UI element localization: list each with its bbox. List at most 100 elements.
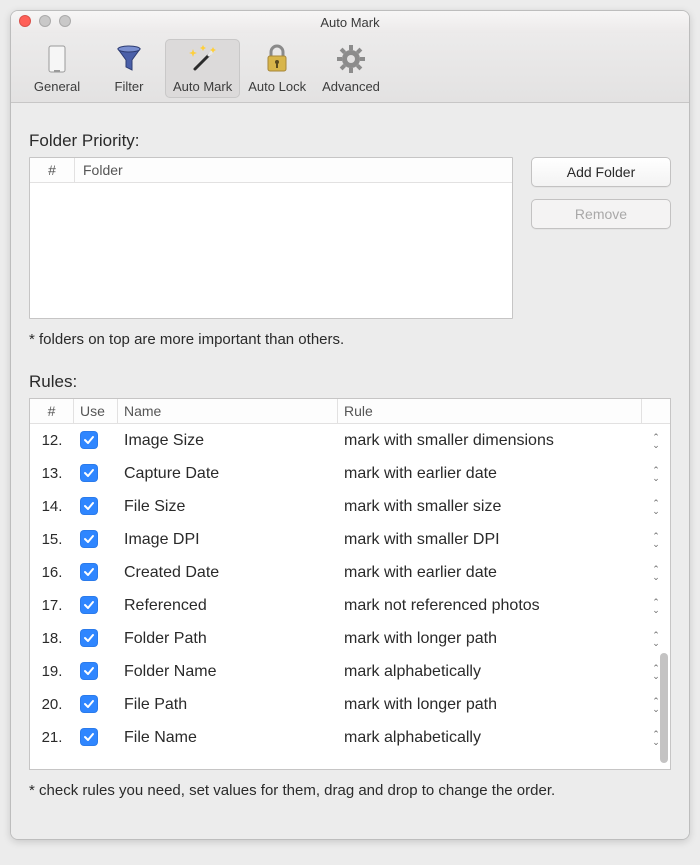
gear-icon	[335, 43, 367, 75]
folder-col-num[interactable]: #	[30, 158, 75, 182]
tab-auto-lock[interactable]: Auto Lock	[240, 39, 314, 98]
chevron-down-icon: ⌄	[652, 507, 660, 515]
rule-name: Created Date	[118, 564, 338, 582]
general-icon	[41, 43, 73, 75]
chevron-down-icon: ⌄	[652, 672, 660, 680]
rule-name: File Path	[118, 696, 338, 714]
rule-use-cell	[74, 728, 118, 748]
rules-col-step	[642, 399, 670, 423]
chevron-down-icon: ⌄	[652, 738, 660, 746]
chevron-down-icon: ⌄	[652, 540, 660, 548]
rule-row[interactable]: 15.Image DPImark with smaller DPI⌃⌄	[30, 523, 670, 556]
preferences-window: Auto Mark General Filter	[10, 10, 690, 840]
rule-name: Folder Path	[118, 630, 338, 648]
rule-num: 20.	[30, 696, 74, 713]
rule-row[interactable]: 13.Capture Datemark with earlier date⌃⌄	[30, 457, 670, 490]
rule-use-checkbox[interactable]	[80, 530, 98, 548]
rule-description[interactable]: mark with longer path	[338, 630, 642, 648]
rules-scrollbar[interactable]	[660, 439, 668, 763]
folder-priority-title: Folder Priority:	[29, 131, 671, 151]
rule-description[interactable]: mark with earlier date	[338, 465, 642, 483]
rule-row[interactable]: 20.File Pathmark with longer path⌃⌄	[30, 688, 670, 721]
tab-auto-mark[interactable]: Auto Mark	[165, 39, 240, 98]
tab-filter[interactable]: Filter	[93, 39, 165, 98]
rules-col-use[interactable]: Use	[74, 399, 118, 423]
rule-use-checkbox[interactable]	[80, 464, 98, 482]
rule-row[interactable]: 21.File Namemark alphabetically⌃⌄	[30, 721, 670, 754]
rule-description[interactable]: mark not referenced photos	[338, 597, 642, 615]
rule-use-checkbox[interactable]	[80, 431, 98, 449]
rule-description[interactable]: mark with smaller size	[338, 498, 642, 516]
chevron-down-icon: ⌄	[652, 474, 660, 482]
rules-header: # Use Name Rule	[30, 399, 670, 424]
magic-wand-icon	[187, 43, 219, 75]
rule-row[interactable]: 14.File Sizemark with smaller size⌃⌄	[30, 490, 670, 523]
rule-use-cell	[74, 563, 118, 583]
rule-use-checkbox[interactable]	[80, 563, 98, 581]
rule-row[interactable]: 19.Folder Namemark alphabetically⌃⌄	[30, 655, 670, 688]
chevron-down-icon: ⌄	[652, 639, 660, 647]
tab-advanced[interactable]: Advanced	[314, 39, 388, 98]
folder-priority-list[interactable]: # Folder	[29, 157, 513, 319]
rules-table: # Use Name Rule 12.Image Sizemark with s…	[29, 398, 671, 770]
rules-body[interactable]: 12. Image Sizemark with smaller dimension…	[30, 424, 670, 769]
rule-num: 13.	[30, 465, 74, 482]
remove-folder-button: Remove	[531, 199, 671, 229]
chevron-down-icon: ⌄	[652, 573, 660, 581]
chevron-down-icon: ⌄	[652, 705, 660, 713]
rule-use-cell	[74, 662, 118, 682]
scrollbar-thumb[interactable]	[660, 653, 668, 763]
add-folder-button[interactable]: Add Folder	[531, 157, 671, 187]
rule-row[interactable]: 12. Image Sizemark with smaller dimension…	[30, 424, 670, 457]
rules-col-num[interactable]: #	[30, 399, 74, 423]
folder-col-folder[interactable]: Folder	[75, 158, 512, 182]
rule-description[interactable]: mark with earlier date	[338, 564, 642, 582]
tab-label: General	[34, 79, 80, 94]
rule-use-checkbox[interactable]	[80, 497, 98, 515]
zoom-window-button[interactable]	[59, 15, 71, 27]
rule-num: 21.	[30, 729, 74, 746]
rule-name: Referenced	[118, 597, 338, 615]
rules-hint-text: * check rules you need, set values for t…	[29, 782, 671, 799]
rule-row[interactable]: 16.Created Datemark with earlier date⌃⌄	[30, 556, 670, 589]
tab-general[interactable]: General	[21, 39, 93, 98]
rule-num: 18.	[30, 630, 74, 647]
titlebar: Auto Mark	[11, 11, 689, 33]
minimize-window-button[interactable]	[39, 15, 51, 27]
rule-name: Capture Date	[118, 465, 338, 483]
rule-description[interactable]: mark with smaller dimensions	[338, 432, 642, 450]
rule-use-checkbox[interactable]	[80, 728, 98, 746]
folder-list-header: # Folder	[30, 158, 512, 183]
rule-num: 14.	[30, 498, 74, 515]
rule-num: 15.	[30, 531, 74, 548]
rule-num: 12.	[30, 432, 74, 449]
folder-hint-text: * folders on top are more important than…	[29, 331, 671, 348]
rule-use-cell	[74, 497, 118, 517]
rule-use-cell	[74, 629, 118, 649]
rule-num: 16.	[30, 564, 74, 581]
close-window-button[interactable]	[19, 15, 31, 27]
rule-use-cell	[74, 695, 118, 715]
rule-use-checkbox[interactable]	[80, 596, 98, 614]
rule-use-checkbox[interactable]	[80, 695, 98, 713]
rule-name: Image Size	[118, 432, 338, 450]
content-area: Folder Priority: # Folder Add Folder Rem…	[11, 103, 689, 839]
rule-name: Image DPI	[118, 531, 338, 549]
rule-num: 19.	[30, 663, 74, 680]
rule-row[interactable]: 17.Referencedmark not referenced photos⌃…	[30, 589, 670, 622]
rule-description[interactable]: mark alphabetically	[338, 729, 642, 747]
rule-use-checkbox[interactable]	[80, 662, 98, 680]
rules-title: Rules:	[29, 372, 671, 392]
rule-description[interactable]: mark with longer path	[338, 696, 642, 714]
rule-row[interactable]: 18.Folder Pathmark with longer path⌃⌄	[30, 622, 670, 655]
lock-icon	[261, 43, 293, 75]
rule-use-cell	[74, 530, 118, 550]
chevron-down-icon: ⌄	[652, 441, 660, 449]
tab-label: Filter	[115, 79, 144, 94]
rule-description[interactable]: mark with smaller DPI	[338, 531, 642, 549]
rules-col-rule[interactable]: Rule	[338, 399, 642, 423]
rule-name: File Size	[118, 498, 338, 516]
rule-use-checkbox[interactable]	[80, 629, 98, 647]
rules-col-name[interactable]: Name	[118, 399, 338, 423]
rule-description[interactable]: mark alphabetically	[338, 663, 642, 681]
